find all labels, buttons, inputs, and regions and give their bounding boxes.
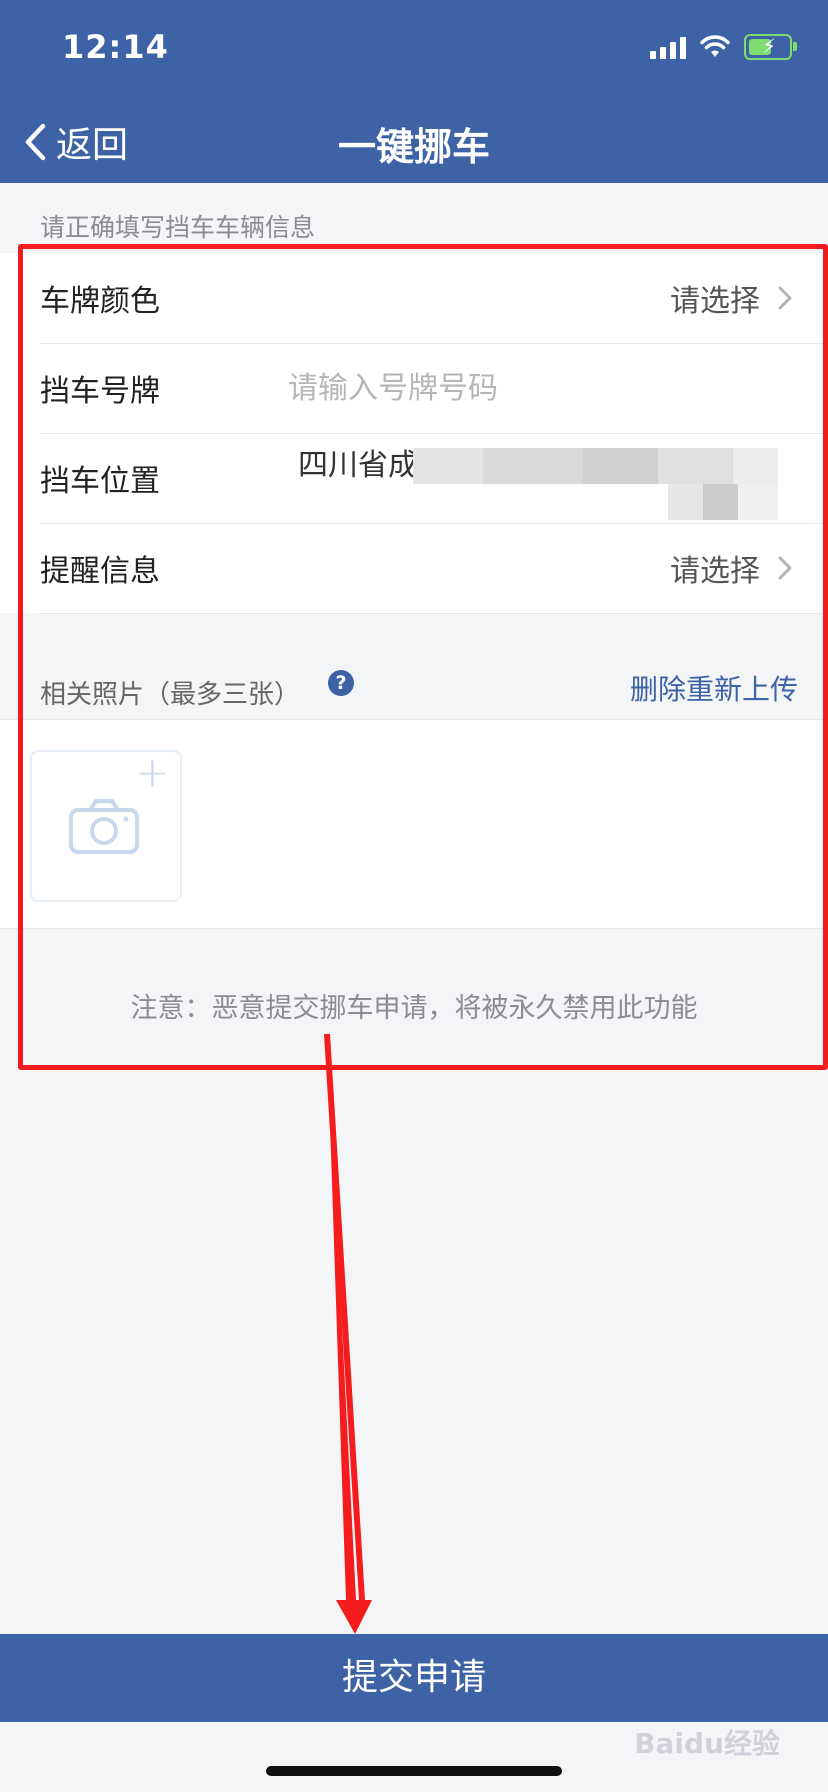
location-label: 挡车位置 [40, 464, 160, 499]
plate-color-select[interactable]: 请选择 [670, 253, 792, 343]
warning-notice: 注意：恶意提交挪车申请，将被永久禁用此功能 [130, 993, 698, 1024]
page-title: 一键挪车 [337, 125, 490, 169]
help-icon[interactable]: ? [328, 670, 354, 696]
reminder-row[interactable]: 提醒信息 请选择 [40, 523, 828, 614]
battery-icon: ⚡ [744, 34, 797, 60]
chevron-right-icon [778, 286, 792, 310]
home-indicator[interactable] [266, 1766, 562, 1776]
plate-number-row: 挡车号牌 [40, 343, 828, 434]
vehicle-info-form: 车牌颜色 请选择 挡车号牌 挡车位置 四川省成都 提醒信息 请选择 [0, 253, 828, 614]
submit-button[interactable]: 提交申请 [0, 1634, 828, 1722]
reminder-label: 提醒信息 [40, 554, 160, 589]
plus-icon: + [134, 748, 170, 797]
plate-number-label: 挡车号牌 [40, 374, 160, 409]
baidu-watermark: Baidu经验 [634, 1727, 780, 1760]
form-hint: 请正确填写挡车车辆信息 [40, 213, 316, 242]
status-icons: ⚡ [650, 34, 797, 60]
photo-upload-area: + [0, 719, 828, 929]
status-time: 12:14 [62, 28, 169, 66]
wifi-icon [700, 35, 730, 57]
blurred-address-mosaic [413, 448, 778, 520]
camera-icon [69, 799, 139, 854]
chevron-right-icon [778, 556, 792, 580]
signal-icon [650, 35, 686, 59]
photo-upload-button[interactable]: + [30, 748, 182, 902]
plate-number-input[interactable] [288, 370, 728, 406]
plate-color-label: 车牌颜色 [40, 284, 160, 319]
delete-reupload-link[interactable]: 删除重新上传 [630, 668, 798, 708]
plate-color-value: 请选择 [670, 284, 760, 319]
reminder-value: 请选择 [670, 554, 760, 589]
app-header: 12:14 ⚡ 返回 一键挪车 [0, 0, 828, 183]
reminder-select[interactable]: 请选择 [670, 523, 792, 613]
photos-title: 相关照片（最多三张） [40, 680, 301, 710]
plate-color-row[interactable]: 车牌颜色 请选择 [40, 253, 828, 344]
